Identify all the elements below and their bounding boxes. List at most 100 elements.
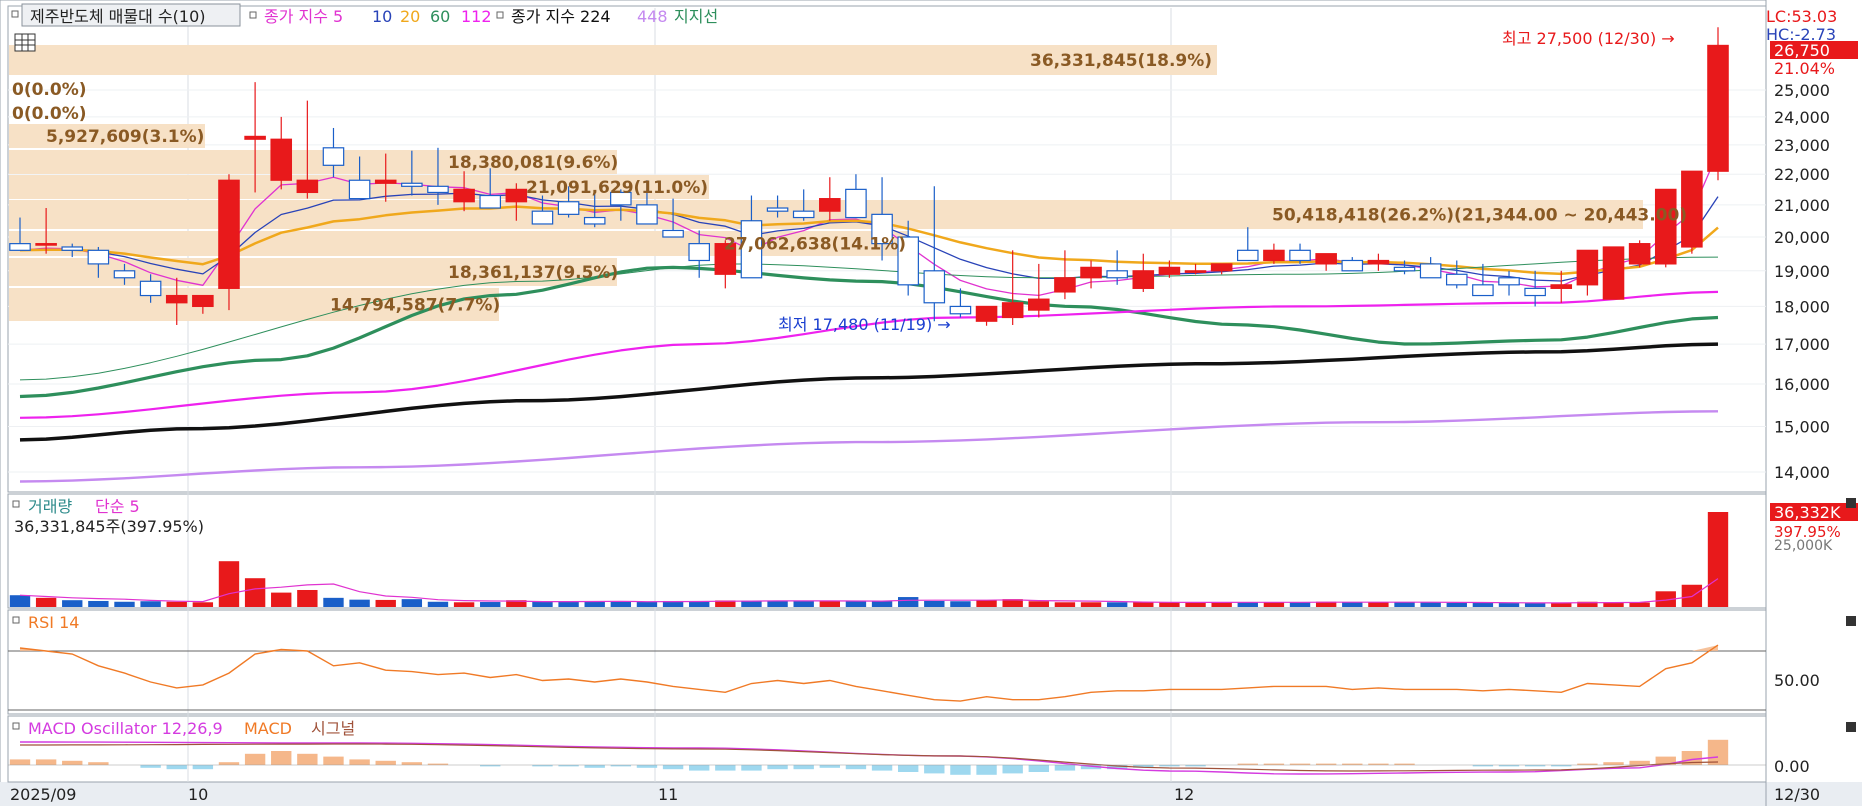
- volume-bar: [192, 602, 214, 607]
- signal-label: 시그널: [311, 719, 355, 738]
- ma448-label: 448: [637, 7, 668, 26]
- macd-osc-bar: [662, 765, 684, 770]
- candle-body: [949, 305, 972, 315]
- volume-profile-label: 5,927,609(3.1%): [46, 127, 204, 147]
- macd-osc-bar: [375, 760, 396, 765]
- volume-bar: [1420, 602, 1441, 607]
- price-tick-label: 14,000: [1774, 463, 1830, 482]
- volume-profile-label: 50,418,418(26.2%)(21,344.00 ~ 20,443.00): [1272, 206, 1687, 226]
- volume-bar: [1133, 602, 1154, 607]
- volume-profile-label: 18,380,081(9.6%): [448, 153, 618, 173]
- volume-bar: [636, 602, 658, 607]
- candle-body: [1001, 302, 1024, 319]
- macd-osc-bar: [715, 765, 736, 771]
- volume-bar: [323, 597, 344, 607]
- price-tick-label: 18,000: [1774, 297, 1830, 316]
- candle-body: [113, 270, 136, 279]
- volume-bar: [584, 601, 605, 607]
- volume-bar: [610, 601, 632, 607]
- candle-body: [557, 201, 580, 215]
- candle-body: [1367, 259, 1390, 265]
- table-icon[interactable]: [14, 33, 36, 52]
- candle-body: [1524, 287, 1546, 297]
- volume-bar: [114, 601, 135, 607]
- ma10-label: 10: [372, 7, 392, 26]
- price-tick-label: 23,000: [1774, 136, 1830, 155]
- candle-body: [479, 194, 502, 209]
- high-note: 최고 27,500 (12/30) →: [1502, 29, 1675, 48]
- macd-osc-bar: [62, 760, 83, 765]
- x-axis-bar: [0, 782, 1862, 806]
- macd-osc-bar: [871, 765, 893, 771]
- macd-osc-bar: [1002, 765, 1023, 774]
- volume-bar: [1707, 512, 1729, 607]
- price-tick-label: 21,000: [1774, 196, 1830, 215]
- volume-bar: [1080, 602, 1102, 607]
- macd-osc-bar: [1603, 762, 1624, 765]
- volume-info: 36,331,845주(397.95%): [14, 517, 204, 536]
- price-tick-label: 20,000: [1774, 228, 1830, 247]
- volume-profile-label: 18,361,137(9.5%): [448, 263, 618, 283]
- volume-right-value: 36,332K: [1774, 503, 1841, 522]
- candle-body: [9, 243, 31, 251]
- price-tick-label: 22,000: [1774, 165, 1830, 184]
- ma224-label: 종가 지수 224: [511, 7, 611, 26]
- candle-body: [1393, 266, 1416, 272]
- candle-body: [792, 210, 815, 219]
- macd-title: MACD Oscillator 12,26,9: [28, 719, 223, 738]
- candle-body: [1184, 270, 1207, 273]
- price-tick-label: 17,000: [1774, 335, 1830, 354]
- candle-body: [531, 210, 554, 225]
- volume-bar: [1524, 603, 1546, 607]
- volume-profile-label: 14,794,587(7.7%): [330, 296, 500, 316]
- candle-body: [1445, 273, 1468, 286]
- macd-osc-bar: [845, 765, 867, 770]
- macd-osc-bar: [636, 765, 658, 768]
- macd-close-icon[interactable]: [1846, 722, 1856, 732]
- volume-bar: [297, 589, 318, 607]
- candle-body: [1106, 270, 1128, 279]
- x-label-nov: 11: [658, 785, 678, 804]
- volume-bar: [1028, 601, 1049, 607]
- candle-body: [1158, 266, 1181, 275]
- volume-bar: [349, 599, 370, 607]
- candle-body: [61, 246, 84, 251]
- candle-body: [192, 294, 214, 308]
- macd-osc-bar: [401, 762, 423, 765]
- volume-bar: [140, 601, 161, 607]
- candle-body: [1628, 243, 1651, 265]
- rsi-close-icon[interactable]: [1846, 616, 1856, 626]
- volume-bar: [1342, 602, 1363, 607]
- macd-osc-bar: [767, 765, 788, 770]
- macd-osc-bar: [218, 762, 240, 765]
- ma20-label: 20: [400, 7, 420, 26]
- candle-body: [165, 294, 188, 304]
- macd-osc-bar: [793, 765, 814, 770]
- volume-bar: [1498, 603, 1520, 607]
- volume-bar: [1368, 602, 1389, 607]
- x-label-last: 12/30: [1774, 785, 1820, 804]
- macd-osc-bar: [1707, 739, 1729, 765]
- ma60-label: 60: [430, 7, 450, 26]
- candle-body: [1289, 249, 1311, 262]
- candle-body: [1602, 246, 1625, 300]
- volume-bar: [62, 600, 83, 607]
- candle-body: [1341, 259, 1364, 272]
- macd-line-label: MACD: [244, 719, 292, 738]
- volume-bar: [375, 599, 396, 607]
- candle-body: [1654, 188, 1677, 265]
- volume-profile-label: 27,062,638(14.1%): [724, 235, 906, 255]
- volume-close-icon[interactable]: [1846, 498, 1856, 508]
- candle-body: [975, 305, 998, 322]
- candle-body: [819, 198, 841, 212]
- candle-body: [348, 179, 371, 200]
- volume-bar: [1446, 602, 1467, 607]
- volume-bar: [532, 601, 553, 607]
- x-label-oct: 10: [188, 785, 208, 804]
- ma112-label: 112: [461, 7, 492, 26]
- volume-bar: [871, 601, 893, 607]
- candle-body: [688, 243, 710, 262]
- volume-bar: [88, 600, 109, 607]
- candle-body: [505, 188, 528, 203]
- candle-body: [218, 179, 240, 289]
